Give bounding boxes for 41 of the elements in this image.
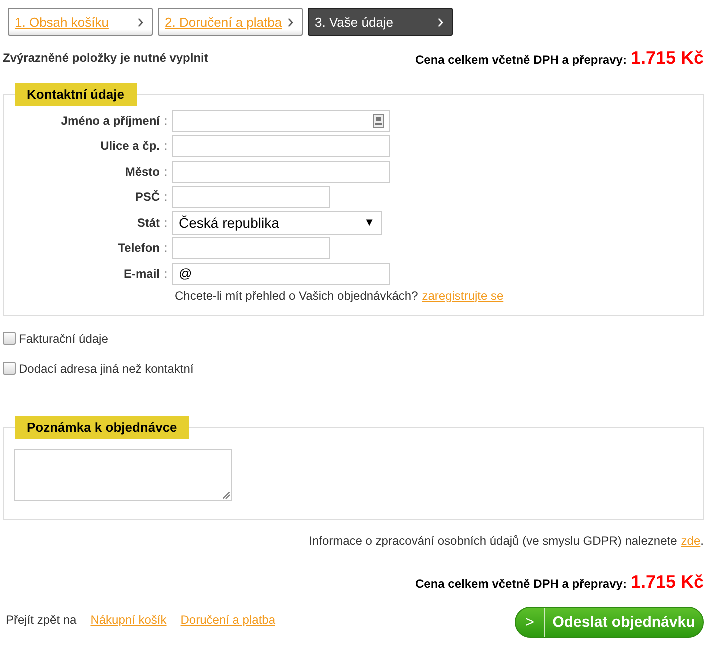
- hint-text: Chcete-li mít přehled o Vašich objednávkách?: [175, 288, 418, 302]
- contact-card-icon[interactable]: [373, 114, 384, 128]
- back-label: Přejít zpět na: [6, 612, 77, 626]
- checkbox[interactable]: [3, 332, 16, 345]
- colon: :: [163, 266, 169, 281]
- input-field[interactable]: [172, 135, 390, 158]
- field-label: Jméno a příjmení: [60, 114, 160, 128]
- colon: :: [163, 139, 169, 154]
- input-field[interactable]: @: [172, 262, 390, 285]
- input-field[interactable]: [172, 186, 330, 208]
- resize-grip-icon[interactable]: [223, 492, 230, 498]
- colon: :: [163, 114, 169, 128]
- field-label: Ulice a čp.: [100, 139, 160, 154]
- colon: :: [163, 216, 169, 230]
- input-field[interactable]: [172, 237, 330, 260]
- field-label: E-mail: [122, 266, 160, 281]
- checkbox[interactable]: [3, 362, 16, 375]
- period: .: [700, 534, 704, 548]
- step-tab[interactable]: 3. Vaše údaje ›: [308, 8, 453, 36]
- checkbox-label: Dodací adresa jiná než kontaktní: [19, 362, 194, 376]
- input-field[interactable]: [172, 110, 390, 132]
- field-label: PSČ: [134, 190, 160, 204]
- field-label: Město: [124, 164, 160, 179]
- checkbox-label: Fakturační údaje: [19, 332, 108, 346]
- total-label: Cena celkem včetně DPH a přepravy:: [416, 53, 627, 67]
- step-tab[interactable]: 2. Doručení a platba ›: [158, 8, 303, 36]
- total-amount: 1.715 Kč: [630, 48, 704, 69]
- colon: :: [163, 241, 169, 256]
- total-label: Cena celkem včetně DPH a přepravy:: [416, 576, 627, 590]
- field-label: Telefon: [117, 241, 160, 256]
- section-legend: Poznámka k objednávce: [15, 416, 190, 438]
- field-label: Stát: [136, 216, 160, 230]
- section-legend: Kontaktní údaje: [15, 83, 137, 106]
- colon: :: [163, 190, 169, 204]
- required-note: Zvýrazněné položky je nutné vyplnit: [3, 51, 208, 65]
- step-tab[interactable]: 1. Obsah košíku ›: [8, 8, 153, 36]
- colon: :: [163, 164, 169, 179]
- input-field[interactable]: [172, 160, 390, 183]
- country-select[interactable]: Česká republika ▼: [172, 210, 382, 235]
- total-amount: 1.715 Kč: [630, 572, 704, 592]
- gdpr-text: Informace o zpracování osobních údajů (ve smyslu GDPR) naleznete: [309, 534, 678, 548]
